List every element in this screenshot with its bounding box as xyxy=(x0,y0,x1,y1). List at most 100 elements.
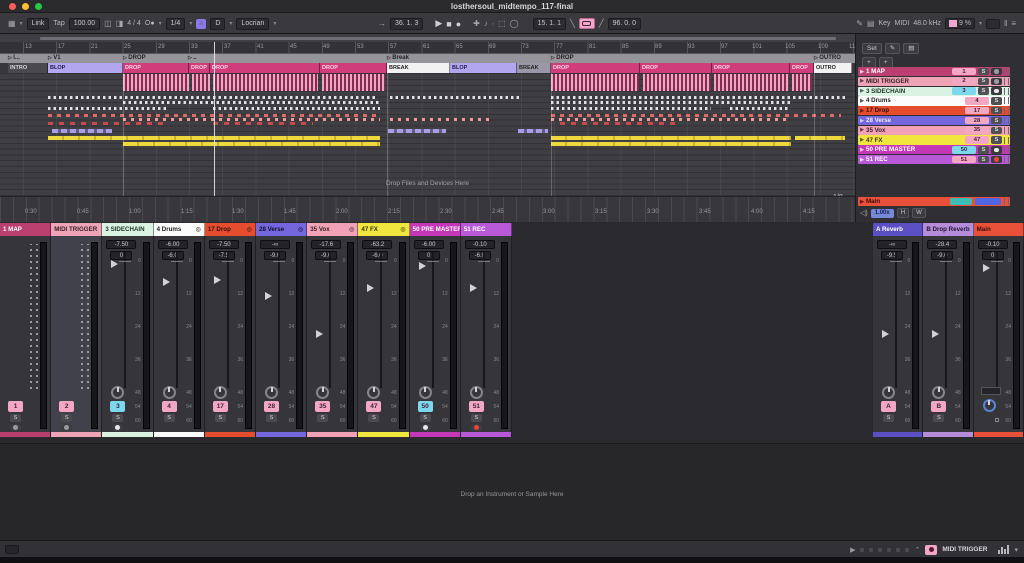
loop-length-field[interactable]: 96. 0. 0 xyxy=(608,18,641,30)
lock-envelopes-icon[interactable]: ▤ xyxy=(903,43,919,54)
punch-in-icon[interactable]: ╲ xyxy=(570,20,575,28)
mixer-track-tab[interactable]: 51 REC ◎ xyxy=(461,223,512,236)
fader-handle[interactable] xyxy=(111,260,118,268)
follow-playhead-icon[interactable]: → xyxy=(378,20,386,28)
volume-value-field[interactable]: -63.2 xyxy=(362,240,392,249)
track-number-box[interactable]: 35 xyxy=(965,127,989,135)
arrangement-clip[interactable]: DROP xyxy=(640,63,712,73)
arm-button[interactable] xyxy=(112,424,123,431)
fader-rail[interactable] xyxy=(329,252,331,388)
channel-strip[interactable]: -0.10 0 0 12 24 36 48 54 60 xyxy=(974,236,1024,437)
arrangement-clip[interactable]: DROP xyxy=(551,63,640,73)
solo-button[interactable]: S xyxy=(978,87,989,95)
track-name[interactable]: 51 REC xyxy=(866,156,952,163)
tempo-half-button[interactable]: H xyxy=(897,208,909,218)
group-fold-icon[interactable]: ◎ xyxy=(349,226,354,233)
track-number-box[interactable]: A xyxy=(881,401,896,412)
volume-value-field[interactable]: -0.10 xyxy=(465,240,495,249)
pan-value-field[interactable]: -9.0 xyxy=(315,251,337,260)
locator-marker[interactable]: Break xyxy=(387,55,409,61)
track-header-row[interactable]: ▶ 50 PRE MASTER 50 S xyxy=(858,145,1010,154)
scale-name-caret-icon[interactable]: ▾ xyxy=(273,20,276,27)
tempo-multiplier-field[interactable]: 1.00x xyxy=(871,209,894,218)
track-number-box[interactable]: 47 xyxy=(965,136,989,144)
track-fold-icon[interactable]: ▶ xyxy=(858,127,866,133)
solo-button[interactable]: S xyxy=(991,117,1002,125)
quantize-caret-icon[interactable]: ▾ xyxy=(189,20,192,27)
track-header-row[interactable]: ▶ 17 Drop 17 S xyxy=(858,106,1010,115)
channel-strip[interactable]: -∞ -9.0 0 12 24 36 48 54 60 28 S xyxy=(256,236,307,437)
scale-name-menu[interactable]: Locrian xyxy=(236,18,269,30)
track-number-box[interactable]: 4 xyxy=(162,401,177,412)
solo-button[interactable]: S xyxy=(991,97,1002,105)
solo-button[interactable]: S xyxy=(61,414,72,422)
pan-knob[interactable] xyxy=(111,386,124,399)
nudge-down-icon[interactable]: ◫ xyxy=(104,20,112,28)
track-header-row[interactable]: ▶ MIDI TRIGGER 2 S xyxy=(858,77,1010,86)
draw-mode-icon[interactable]: ✎ xyxy=(856,20,863,28)
scale-mode-icon[interactable]: ∴ xyxy=(196,19,206,29)
solo-button[interactable]: S xyxy=(471,414,482,422)
cpu-meter[interactable]: 9 % xyxy=(945,18,975,29)
arm-button[interactable] xyxy=(991,87,1002,95)
arrangement-grid[interactable] xyxy=(0,73,855,196)
pan-value-field[interactable]: -7.5 xyxy=(213,251,235,260)
play-button[interactable]: ▶ xyxy=(435,18,442,29)
group-fold-icon[interactable]: ◎ xyxy=(400,226,405,233)
track-number-box[interactable]: 1 xyxy=(952,68,976,76)
punch-out-icon[interactable]: ╱ xyxy=(599,20,604,28)
fader-rail[interactable] xyxy=(996,252,998,388)
main-teal-display[interactable] xyxy=(950,198,972,205)
quantize-menu[interactable]: 1/4 xyxy=(166,18,186,30)
volume-value-field[interactable]: -7.50 xyxy=(209,240,239,249)
scale-root-menu[interactable]: D xyxy=(210,18,225,30)
track-fold-icon[interactable]: ▶ xyxy=(858,118,866,124)
fader-rail[interactable] xyxy=(895,252,897,388)
arrangement-clip[interactable]: DROP xyxy=(123,63,189,73)
time-ruler[interactable]: 0:300:451:001:151:301:452:002:152:302:45… xyxy=(0,196,855,222)
main-track-name[interactable]: Main xyxy=(866,198,950,205)
arrangement-clip[interactable]: BLOP xyxy=(48,63,123,73)
mixer-track-tab[interactable]: 35 Vox ◎ xyxy=(307,223,358,236)
track-name[interactable]: 35 Vox xyxy=(866,127,965,134)
record-button[interactable]: ● xyxy=(456,19,461,29)
track-header-row[interactable]: ▶ 3 SIDECHAIN 3 S xyxy=(858,87,1010,96)
track-name[interactable]: 47 FX xyxy=(866,137,965,144)
track-fold-icon[interactable]: ▶ xyxy=(858,157,866,163)
cpu-caret-icon[interactable]: ▾ xyxy=(979,20,982,27)
track-number-box[interactable]: 50 xyxy=(952,146,976,154)
fader-handle[interactable] xyxy=(367,284,374,292)
arm-button[interactable] xyxy=(420,424,431,431)
channel-strip[interactable]: -∞ -9.5 0 12 24 36 48 54 60 A xyxy=(873,236,923,437)
solo-button[interactable]: S xyxy=(266,414,277,422)
volume-value-field[interactable]: -6.00 xyxy=(158,240,188,249)
channel-strip[interactable]: -63.2 -6.0 0 12 24 36 48 54 60 47 xyxy=(358,236,409,437)
pan-value-field[interactable]: 0 xyxy=(110,251,132,260)
channel-strip[interactable]: -6.00 0 0 12 24 36 48 54 60 50 S xyxy=(410,236,461,437)
track-fold-icon[interactable]: ▶ xyxy=(858,98,866,104)
mini-play-icon[interactable]: ▶ xyxy=(850,546,855,554)
pan-value-field[interactable]: -6.0 xyxy=(162,251,184,260)
track-header-row[interactable]: ▶ 28 Verse 28 S xyxy=(858,116,1010,125)
draw-automation-icon[interactable]: ✎ xyxy=(885,43,900,54)
track-number-box[interactable]: 3 xyxy=(952,87,976,95)
pan-value-field[interactable]: -6.0 xyxy=(366,251,388,260)
arrangement-position-field[interactable]: 36. 1. 3 xyxy=(390,18,423,30)
overdub-icon[interactable]: ✚ xyxy=(473,20,480,28)
preview-speaker-icon[interactable]: ◁) xyxy=(860,209,868,217)
fader-rail[interactable] xyxy=(483,252,485,388)
loop-start-field[interactable]: 15. 1. 1 xyxy=(533,18,566,30)
pan-knob[interactable] xyxy=(983,399,996,412)
time-signature-field[interactable]: 4 / 4 xyxy=(127,20,141,27)
track-header-row[interactable]: ▶ 51 REC 51 S xyxy=(858,155,1010,164)
arrangement-clip[interactable]: DROP xyxy=(320,63,387,73)
stop-button[interactable]: ■ xyxy=(446,19,451,29)
track-number-box[interactable]: 47 xyxy=(366,401,381,412)
midi-overdub-icon[interactable]: ♪ xyxy=(484,20,488,28)
bar-ruler[interactable]: 1317212529333741454953576165697377818589… xyxy=(0,42,855,53)
solo-button[interactable]: S xyxy=(317,414,328,422)
arrangement-clip[interactable]: INTRO xyxy=(8,63,48,73)
second-window-icon[interactable]: ‖ xyxy=(1004,20,1007,28)
track-fold-icon[interactable]: ▶ xyxy=(858,88,866,94)
key-map-button[interactable]: Key xyxy=(878,20,890,27)
